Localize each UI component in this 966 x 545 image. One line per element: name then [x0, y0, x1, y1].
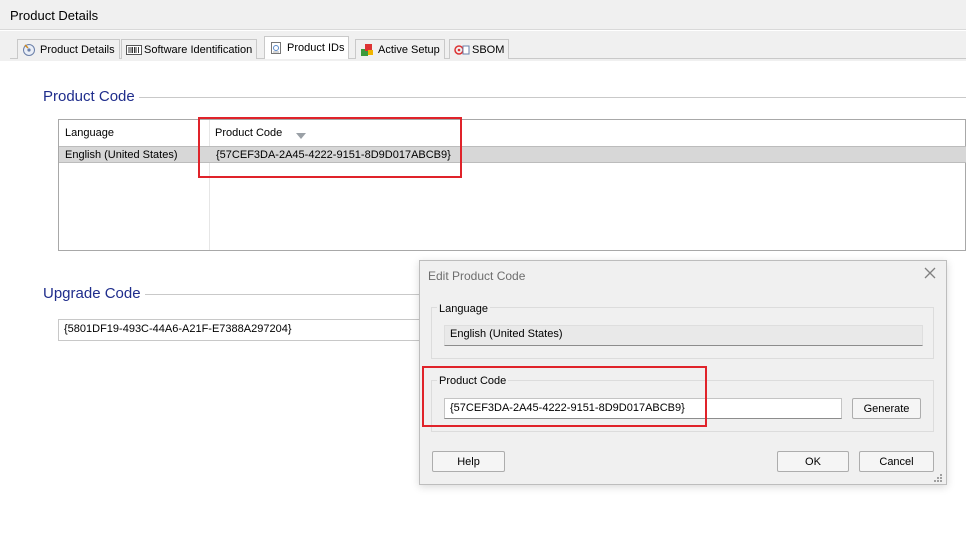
tab-sbom[interactable]: SBOM [449, 39, 510, 59]
generate-button[interactable]: Generate [852, 398, 921, 419]
section-divider [145, 294, 419, 295]
row-language: English (United States) [65, 149, 178, 161]
highlight-box [422, 366, 707, 427]
barcode-icon [126, 43, 142, 57]
close-icon[interactable] [924, 266, 936, 284]
product-code-table[interactable]: Language Product Code [58, 119, 966, 251]
tab-label: SBOM [472, 43, 505, 56]
tab-product-ids[interactable]: Product IDs [264, 36, 350, 59]
language-value: English (United States) [450, 328, 563, 340]
product-details-icon [22, 43, 36, 57]
help-button[interactable]: Help [432, 451, 505, 472]
tab-label: Software Identification [144, 43, 253, 56]
resize-grip-icon[interactable] [933, 473, 943, 483]
upgrade-code-heading: Upgrade Code [43, 285, 141, 302]
tab-label: Active Setup [378, 43, 440, 56]
product-ids-icon [269, 41, 283, 55]
language-label: Language [437, 303, 490, 315]
dialog-title: Edit Product Code [428, 269, 526, 283]
title-bar [0, 0, 966, 30]
ok-button[interactable]: OK [777, 451, 849, 472]
active-setup-icon [360, 43, 374, 57]
tab-active-setup[interactable]: Active Setup [355, 39, 445, 59]
tab-label: Product Details [40, 43, 115, 56]
product-code-heading: Product Code [43, 88, 135, 105]
tab-label: Product IDs [287, 42, 345, 54]
tab-software-identification[interactable]: Software Identification [121, 39, 258, 59]
cancel-button[interactable]: Cancel [859, 451, 934, 472]
upgrade-code-value: {5801DF19-493C-44A6-A21F-E7388A297204} [64, 323, 292, 335]
column-header-language[interactable]: Language [65, 127, 114, 139]
tab-product-details[interactable]: Product Details [17, 39, 120, 59]
table-row[interactable] [59, 146, 966, 163]
highlight-box [198, 117, 462, 178]
sbom-icon [454, 43, 470, 57]
section-divider [139, 97, 966, 98]
page-title: Product Details [10, 8, 99, 23]
